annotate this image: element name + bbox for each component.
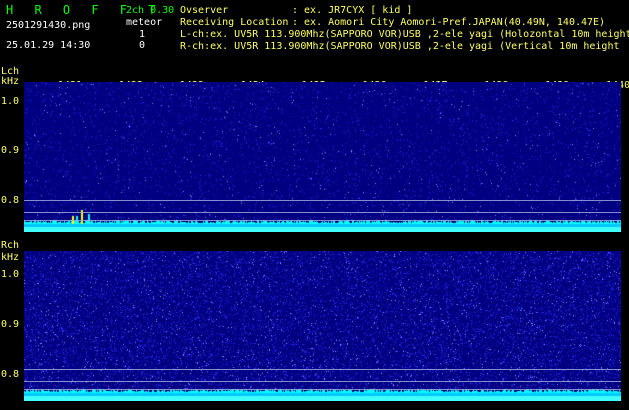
rch-spectrogram [24,251,621,401]
rch-ytick-3: 0.8 [1,369,20,380]
observer-label: Ovserver [180,5,229,16]
meteor-count-lch: 1 [139,29,146,40]
lch-ytick-1: 1.0 [1,96,20,107]
lch-reference-line [24,220,621,221]
rch-unit-label: kHz [1,252,20,263]
lch-ytick-3: 0.8 [1,195,20,206]
datetime-label: 25.01.29 14:30 [6,40,91,51]
version-label: 2ch 0.30 [126,5,175,16]
rch-reference-line [24,389,621,390]
rch-reference-line [24,369,621,370]
rch-ytick-2: 0.9 [1,319,20,330]
lch-unit-label: kHz [1,76,20,87]
lch-ytick-2: 0.9 [1,145,20,156]
location-label: Receiving Location [180,17,289,28]
location-value: : ex. Aomori City Aomori-Pref.JAPAN(40.4… [292,17,606,28]
observer-value: : ex. JR7CYX [ kid ] [292,5,413,16]
rch-channel-label: Rch [1,240,20,251]
rch-reference-line [24,381,621,382]
filename-label: 2501291430.png [6,20,91,31]
meteor-count-rch: 0 [139,40,146,51]
meteor-label: meteor [126,17,163,28]
rch-ytick-1: 1.0 [1,269,20,280]
lch-reference-line [24,200,621,201]
rch-description: R-ch:ex. UV5R 113.900Mhz(SAPPORO VOR)USB… [180,41,620,52]
lch-reference-line [24,212,621,213]
lch-spectrogram [24,82,621,232]
lch-description: L-ch:ex. UV5R 113.900Mhz(SAPPORO VOR)USB… [180,29,629,40]
